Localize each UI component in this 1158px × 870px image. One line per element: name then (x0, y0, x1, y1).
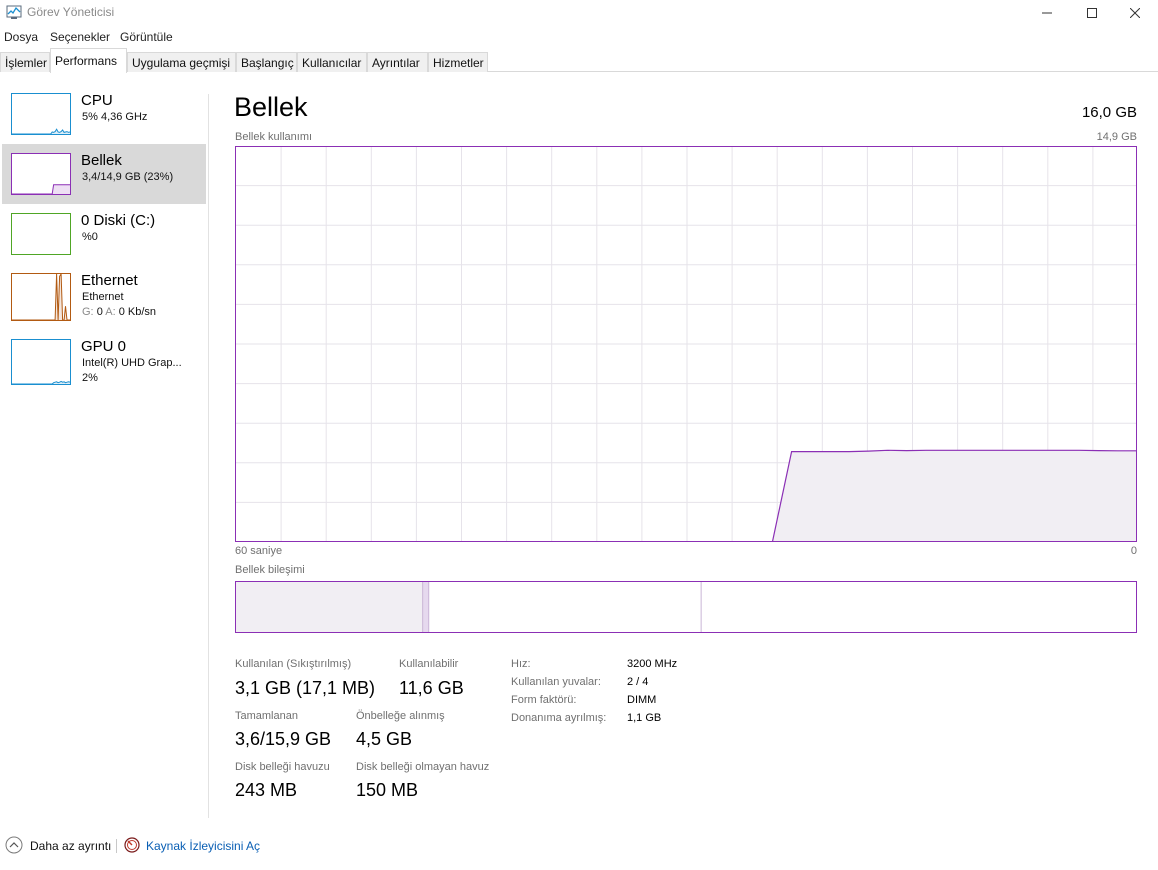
thumbnail-area (12, 184, 70, 194)
task-manager-icon (6, 4, 22, 20)
gpu-thumbnail-graph (11, 339, 71, 385)
in-use-label: Kullanılan (Sıkıştırılmış) (235, 658, 352, 670)
sidebar-item-ethernet[interactable]: Ethernet Ethernet G: 0 A: 0 Kb/sn (2, 264, 206, 330)
send-label: G: (82, 306, 94, 318)
composition-free (701, 581, 1137, 633)
minimize-button[interactable] (1024, 0, 1070, 26)
tab-details[interactable]: Ayrıntılar (367, 52, 428, 72)
menu-view[interactable]: Görüntüle (120, 30, 173, 44)
page-title: Bellek (234, 92, 308, 122)
graph-time-left: 60 saniye (235, 545, 283, 557)
committed-label: Tamamlanan (235, 710, 298, 722)
cached-label: Önbelleğe alınmış (356, 710, 445, 722)
speed-value: 3200 MHz (627, 658, 678, 670)
tab-users[interactable]: Kullanıcılar (297, 52, 367, 72)
footer: Daha az ayrıntı Kaynak İzleyicisini Aç (0, 832, 1158, 860)
available-label: Kullanılabilir (399, 658, 459, 670)
tab-startup[interactable]: Başlangıç (236, 52, 297, 72)
hardware-reserved-label: Donanıma ayrılmış: (511, 712, 607, 724)
paged-pool-value: 243 MB (235, 780, 298, 800)
nonpaged-pool-value: 150 MB (356, 780, 419, 800)
tab-services[interactable]: Hizmetler (428, 52, 488, 72)
disk-thumbnail-graph (11, 213, 71, 255)
sidebar-item-label: GPU 0 (81, 338, 127, 355)
sidebar-item-label: 0 Diski (C:) (81, 212, 156, 229)
maximize-button[interactable] (1069, 0, 1115, 26)
sidebar-item-detail: %0 (82, 231, 98, 243)
tab-processes[interactable]: İşlemler (0, 52, 50, 72)
chevron-up-circle-icon (5, 836, 23, 857)
speed-label: Hız: (511, 658, 531, 670)
memory-thumbnail-graph (11, 153, 71, 195)
composition-title: Bellek bileşimi (235, 564, 305, 576)
composition-in-use (235, 581, 423, 633)
menu-file[interactable]: Dosya (4, 30, 38, 44)
hardware-reserved-value: 1,1 GB (627, 712, 662, 724)
tab-app-history[interactable]: Uygulama geçmişi (127, 52, 236, 72)
slots-value: 2 / 4 (627, 676, 649, 688)
in-use-value: 3,1 GB (17,1 MB) (235, 678, 376, 698)
sidebar-item-label: Bellek (81, 152, 122, 169)
sidebar-divider (208, 94, 209, 818)
window-title: Görev Yöneticisi (27, 5, 115, 19)
sidebar-item-usage: 2% (82, 372, 98, 384)
sidebar-item-disk[interactable]: 0 Diski (C:) %0 (2, 204, 206, 264)
menu-options[interactable]: Seçenekler (50, 30, 110, 44)
sidebar-item-label: Ethernet (81, 272, 138, 289)
graph-max-label: 14,9 GB (1096, 131, 1137, 143)
cached-value: 4,5 GB (356, 729, 413, 749)
committed-value: 3,6/15,9 GB (235, 729, 332, 749)
tab-performance[interactable]: Performans (50, 48, 127, 73)
maximize-icon (1087, 8, 1097, 18)
receive-value: 0 Kb/sn (118, 306, 157, 318)
minimize-icon (1042, 8, 1052, 18)
form-factor-label: Form faktörü: (511, 694, 577, 706)
send-value: 0 (96, 306, 103, 318)
close-icon (1130, 8, 1140, 18)
fewer-details-button[interactable]: Daha az ayrıntı (5, 836, 111, 856)
memory-composition-bar[interactable] (235, 581, 1137, 633)
performance-sidebar: CPU 5% 4,36 GHz Bellek 3,4/14,9 GB (23%)… (0, 84, 208, 824)
available-value: 11,6 GB (399, 678, 464, 698)
receive-label: A: (105, 306, 116, 318)
close-button[interactable] (1112, 0, 1158, 26)
memory-usage-area (235, 450, 1137, 542)
ethernet-thumbnail-graph (11, 273, 71, 321)
footer-separator (116, 839, 117, 853)
form-factor-value: DIMM (627, 694, 657, 706)
composition-standby (428, 581, 702, 633)
resource-monitor-label: Kaynak İzleyicisini Aç (146, 839, 261, 853)
sidebar-item-gpu[interactable]: GPU 0 Intel(R) UHD Grap... 2% (2, 330, 206, 394)
fewer-details-label: Daha az ayrıntı (30, 839, 112, 853)
sidebar-item-detail: Ethernet (82, 291, 124, 303)
total-memory: 16,0 GB (1081, 104, 1137, 121)
slots-label: Kullanılan yuvalar: (511, 676, 601, 688)
composition-modified (422, 581, 429, 633)
graph-title: Bellek kullanımı (235, 131, 313, 143)
paged-pool-label: Disk belleği havuzu (235, 761, 330, 773)
resource-monitor-icon (124, 836, 140, 856)
sidebar-item-detail: 5% 4,36 GHz (82, 111, 148, 123)
sidebar-item-detail: Intel(R) UHD Grap... (82, 357, 182, 369)
sidebar-item-memory[interactable]: Bellek 3,4/14,9 GB (23%) (2, 144, 206, 204)
graph-time-right: 0 (1130, 545, 1137, 557)
sidebar-item-cpu[interactable]: CPU 5% 4,36 GHz (2, 84, 206, 144)
title-bar: Görev Yöneticisi (0, 0, 1158, 26)
sidebar-item-label: CPU (81, 92, 113, 109)
tab-strip: İşlemler Performans Uygulama geçmişi Baş… (0, 48, 1158, 73)
memory-usage-graph (235, 146, 1137, 542)
ethernet-throughput: G: 0 A: 0 Kb/sn (82, 306, 156, 318)
nonpaged-pool-label: Disk belleği olmayan havuz (356, 761, 490, 773)
sidebar-item-detail: 3,4/14,9 GB (23%) (82, 171, 174, 183)
cpu-thumbnail-graph (11, 93, 71, 135)
open-resource-monitor-link[interactable]: Kaynak İzleyicisini Aç (124, 836, 260, 856)
